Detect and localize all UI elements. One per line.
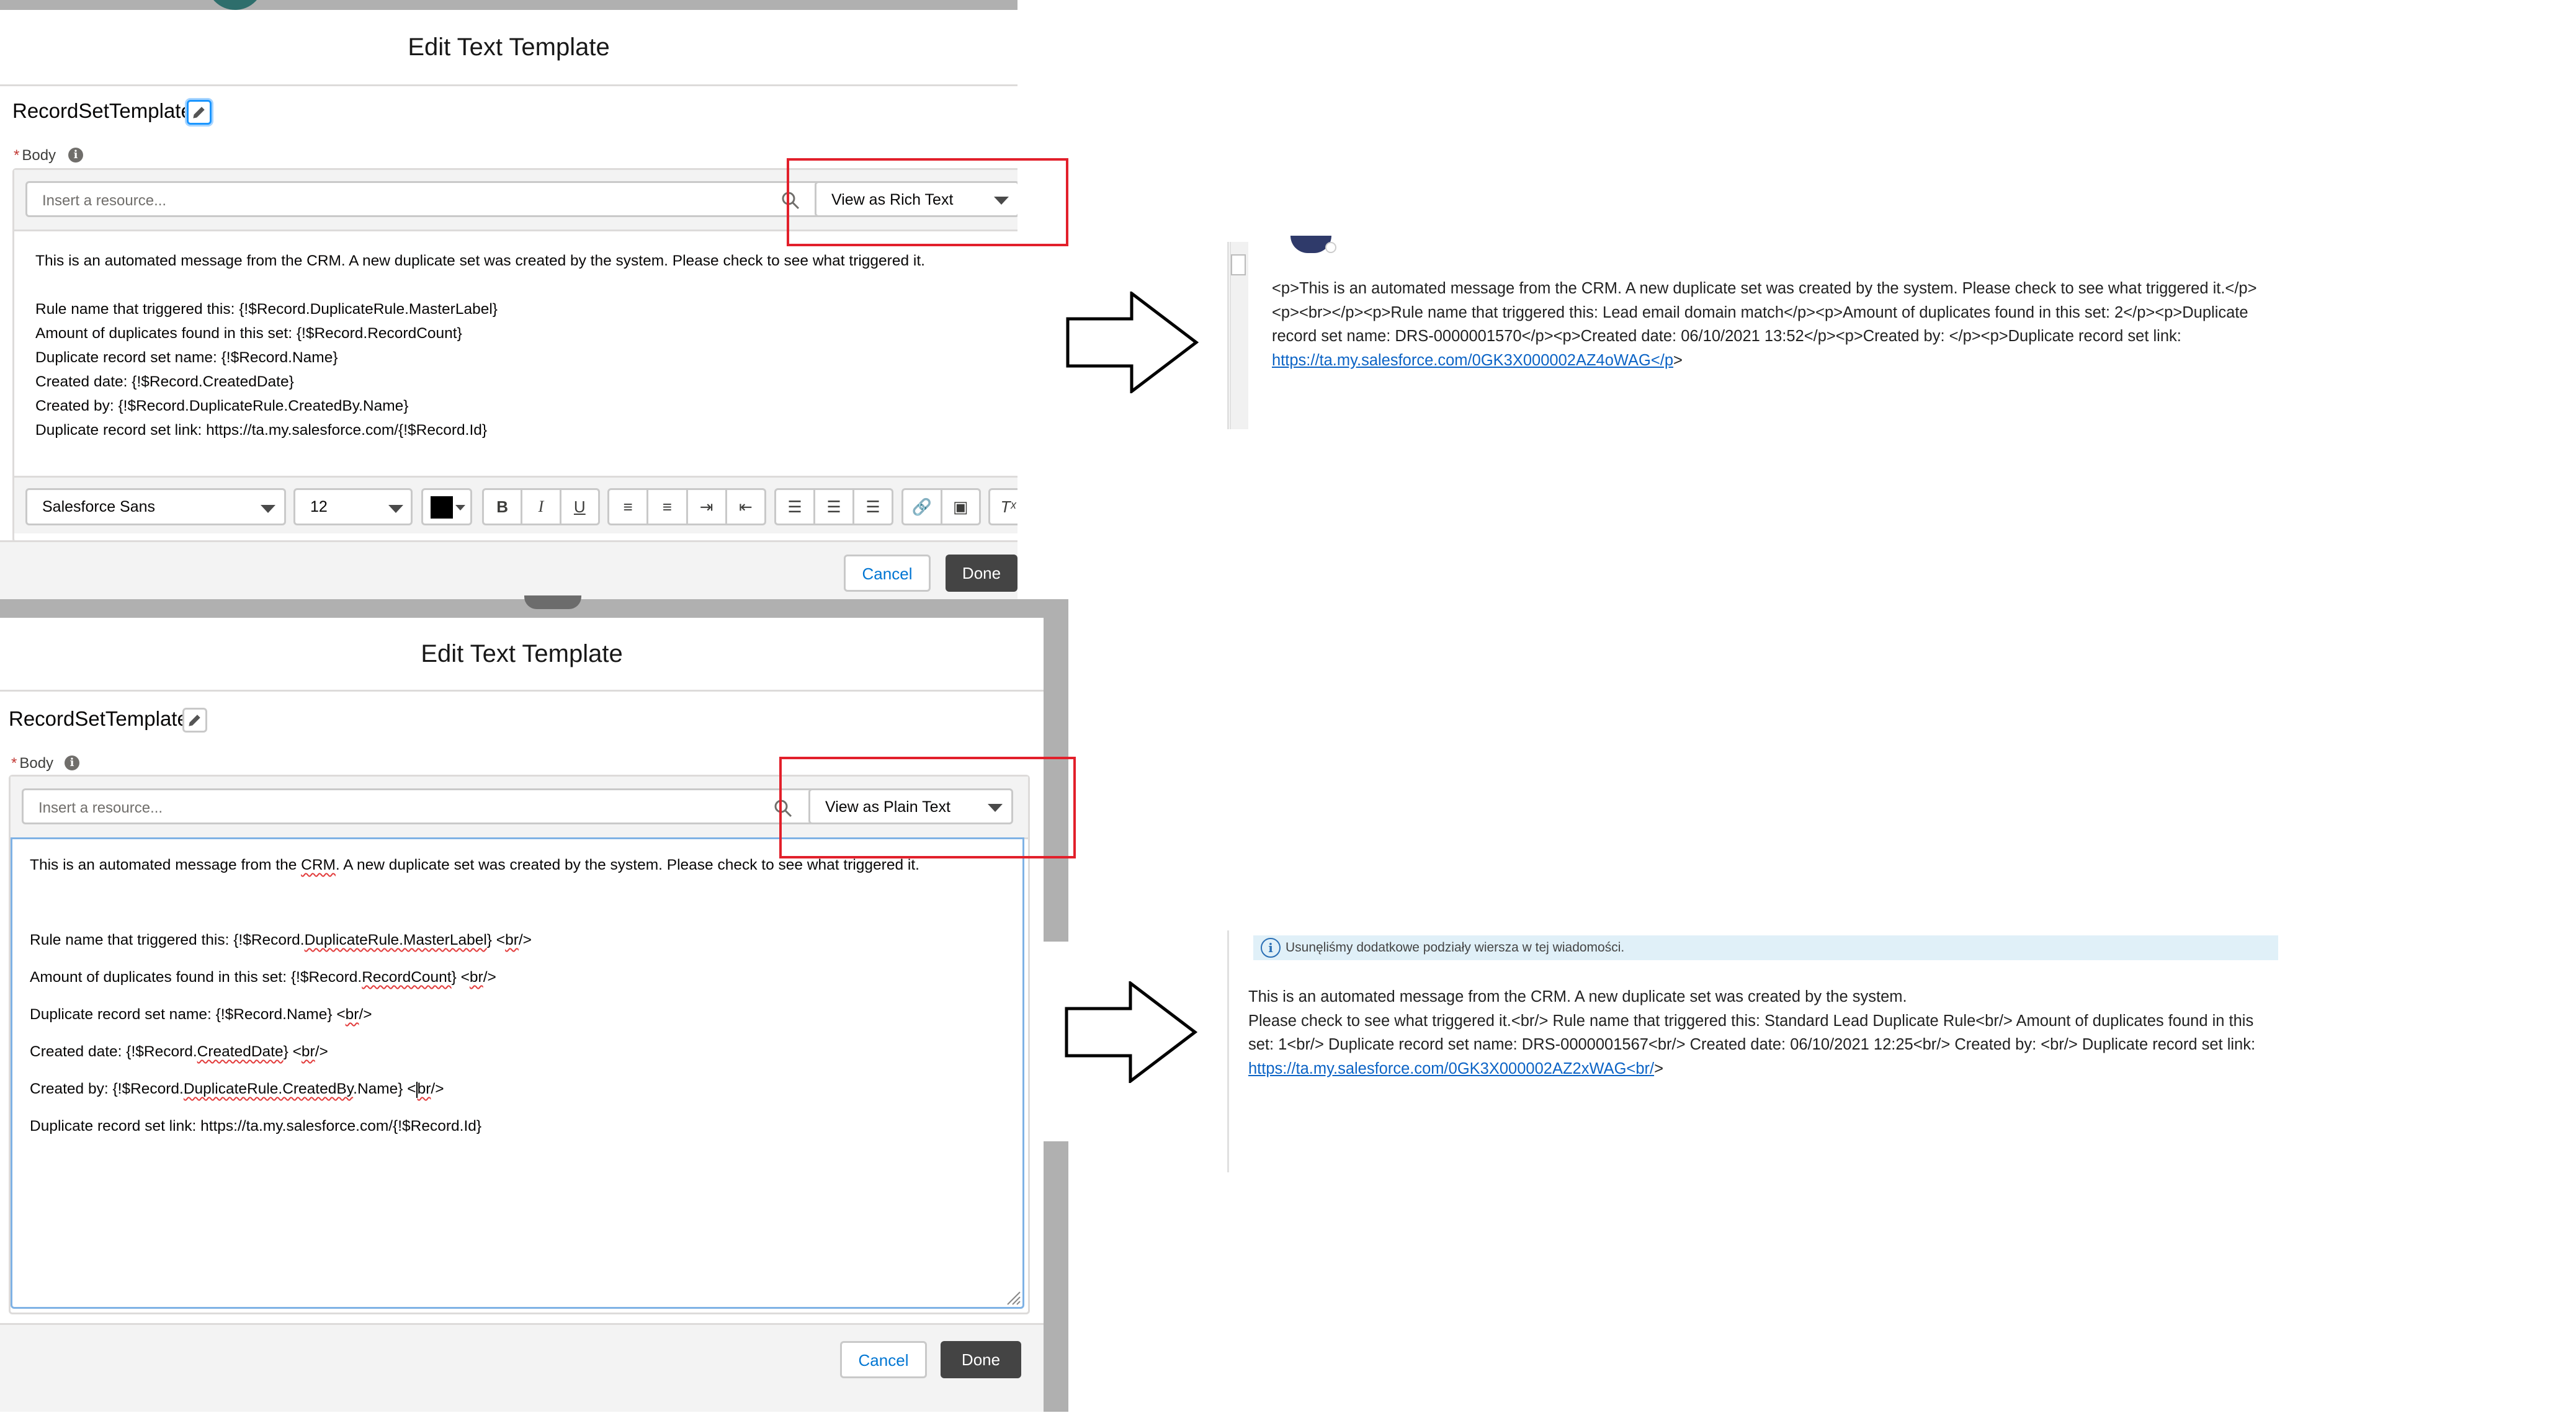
cancel-button[interactable]: Cancel [840, 1341, 927, 1378]
email-body-rich: <p>This is an automated message from the… [1272, 280, 2257, 369]
edit-template-modal-rich: Edit Text Template RecordSetTemplate * Bo… [0, 10, 1017, 602]
content-line: Created date: {!$Record.CreatedDate} [35, 373, 294, 390]
font-family-select[interactable]: Salesforce Sans [25, 488, 286, 525]
arrow-right-icon [1066, 292, 1199, 393]
resize-handle-icon[interactable] [1005, 1290, 1021, 1306]
content-line: Amount of duplicates found in this set: … [35, 325, 462, 342]
top-backdrop-strip [0, 0, 1017, 10]
done-button[interactable]: Done [941, 1341, 1021, 1378]
arrow-right-icon [1065, 981, 1197, 1083]
highlight-box [787, 158, 1068, 246]
text-color-picker[interactable] [421, 488, 472, 525]
highlight-box [779, 757, 1076, 858]
record-set-link[interactable]: https://ta.my.salesforce.com/0GK3X000002… [1272, 352, 1673, 369]
email-body-plain: This is an automated message from the CR… [1248, 985, 2278, 1081]
email-left-rule [1227, 242, 1229, 429]
template-name: RecordSetTemplate [12, 99, 192, 122]
info-icon[interactable]: i [65, 756, 79, 770]
content-line: Amount of duplicates found in this set: … [30, 969, 496, 986]
toggle-knob [524, 595, 581, 609]
email-line: This is an automated message from the CR… [1248, 988, 1907, 1005]
font-size-label: 12 [310, 498, 328, 515]
presence-dot [1325, 242, 1336, 253]
bottom-backdrop-right-lower [1044, 1141, 1068, 1412]
chevron-down-icon [388, 505, 403, 513]
body-label: * Body [14, 147, 56, 164]
info-icon[interactable]: i [68, 148, 83, 163]
content-line: Duplicate record set link: https://ta.my… [35, 422, 488, 439]
chevron-down-icon [261, 505, 275, 513]
scrollbar-thumb[interactable] [1231, 254, 1246, 275]
underline-button[interactable]: U [561, 490, 598, 524]
content-line: Rule name that triggered this: {!$Record… [30, 932, 532, 948]
resource-search-input[interactable]: Insert a resource... [25, 181, 822, 217]
record-set-link[interactable]: https://ta.my.salesforce.com/0GK3X000002… [1248, 1060, 1654, 1077]
align-group: ☰ ☰ ☰ [774, 488, 893, 525]
resource-search-input[interactable]: Insert a resource... [22, 788, 815, 824]
body-label: * Body [11, 755, 54, 772]
content-line: Duplicate record set link: https://ta.my… [30, 1118, 482, 1134]
font-size-select[interactable]: 12 [293, 488, 413, 525]
insert-group: 🔗 ▣ [901, 488, 981, 525]
bullet-list-icon[interactable]: ≡ [609, 490, 649, 524]
edit-name-button[interactable] [187, 100, 212, 125]
modal-title: Edit Text Template [0, 618, 1044, 692]
content-line: Duplicate record set name: {!$Record.Nam… [30, 1006, 372, 1023]
email-left-rule [1227, 930, 1229, 1172]
modal-title: Edit Text Template [0, 10, 1017, 86]
chevron-down-icon [455, 505, 465, 510]
image-icon[interactable]: ▣ [942, 490, 980, 524]
align-left-icon[interactable]: ☰ [776, 490, 815, 524]
pencil-icon [189, 715, 200, 726]
content-line: Created by: {!$Record.DuplicateRule.Crea… [30, 1081, 444, 1098]
edit-template-modal-plain: Edit Text Template RecordSetTemplate * Bo… [0, 618, 1044, 1412]
pencil-icon [193, 107, 205, 118]
content-line: This is an automated message from the CR… [30, 857, 919, 873]
email-paragraph: Please check to see what triggered it.<b… [1248, 1012, 2256, 1077]
outdent-icon[interactable]: ⇤ [727, 490, 764, 524]
numbered-list-icon[interactable]: ≡ [648, 490, 688, 524]
bold-button[interactable]: B [484, 490, 523, 524]
content-line: Created date: {!$Record.CreatedDate} <br… [30, 1043, 328, 1060]
text-style-group: B I U [482, 488, 600, 525]
font-family-label: Salesforce Sans [42, 498, 156, 515]
color-swatch [431, 496, 453, 519]
modal-footer: Cancel Done [0, 1323, 1044, 1412]
content-line: Created by: {!$Record.DuplicateRule.Crea… [35, 398, 409, 414]
clear-formatting-icon[interactable]: Tˣ [990, 490, 1017, 524]
template-name: RecordSetTemplate [9, 707, 189, 730]
align-right-icon[interactable]: ☰ [854, 490, 892, 524]
done-button[interactable]: Done [946, 555, 1017, 592]
indent-icon[interactable]: ⇥ [688, 490, 727, 524]
link-icon[interactable]: 🔗 [903, 490, 942, 524]
content-line: This is an automated message from the CR… [35, 252, 925, 269]
content-line: Duplicate record set name: {!$Record.Nam… [35, 349, 338, 366]
align-center-icon[interactable]: ☰ [815, 490, 854, 524]
clear-format-group: Tˣ [988, 488, 1017, 525]
edit-name-button[interactable] [182, 708, 207, 733]
italic-button[interactable]: I [522, 490, 561, 524]
info-bar: i Usunęliśmy dodatkowe podziały wiersza w… [1253, 935, 2278, 960]
cancel-button[interactable]: Cancel [844, 555, 931, 592]
content-line: Rule name that triggered this: {!$Record… [35, 301, 498, 318]
plain-text-area[interactable]: This is an automated message from the CR… [11, 837, 1024, 1309]
info-icon: i [1261, 938, 1281, 958]
format-toolbar: Salesforce Sans 12 B I U ≡ ≡ ⇥ ⇤ ☰ ☰ ☰ 🔗… [14, 476, 1017, 533]
modal-footer: Cancel Done [0, 540, 1017, 602]
list-indent-group: ≡ ≡ ⇥ ⇤ [607, 488, 766, 525]
